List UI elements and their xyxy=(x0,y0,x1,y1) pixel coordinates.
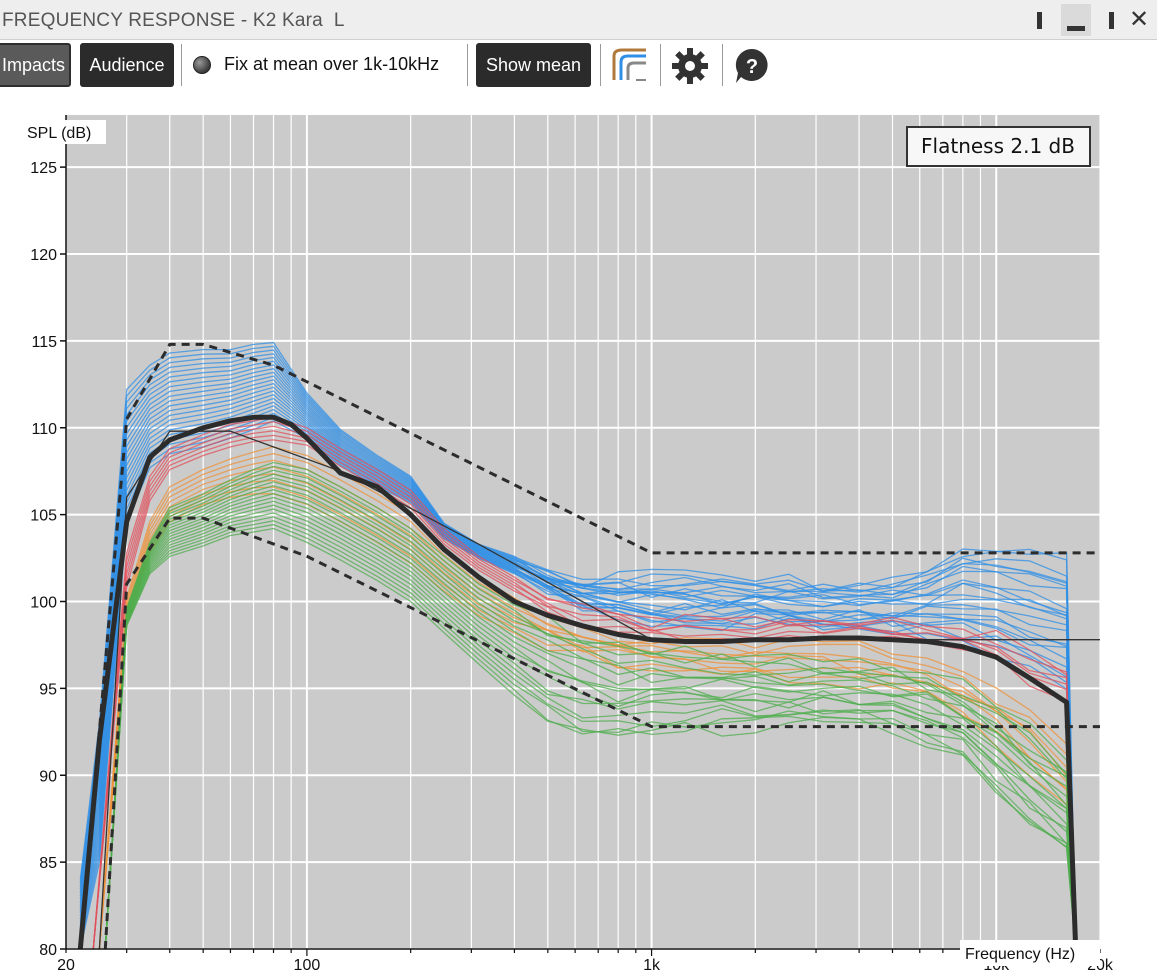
show-mean-button[interactable]: Show mean xyxy=(476,43,591,87)
toolbar-separator xyxy=(660,44,661,86)
x-tick-label: 1k xyxy=(643,957,661,973)
y-tick-label: 125 xyxy=(30,160,57,177)
y-axis: 80 85 90 95 100 105 110 115 120 125 xyxy=(30,115,67,959)
x-axis-label: Frequency (Hz) xyxy=(965,946,1075,963)
toolbar: Impacts Audience Fix at mean over 1k-10k… xyxy=(0,40,1157,92)
x-tick-label: 20 xyxy=(57,957,75,973)
window-titlebar: FREQUENCY RESPONSE - K2 Kara L ✕ xyxy=(0,0,1157,40)
frequency-response-chart: 80859095100105110115120125 201001k10k20k… xyxy=(4,115,1114,973)
fix-mean-label: Fix at mean over 1k-10kHz xyxy=(224,54,440,74)
audience-button[interactable]: Audience xyxy=(80,43,174,87)
x-axis: 201001k10k20k xyxy=(57,948,1114,973)
toolbar-separator xyxy=(600,44,601,86)
close-button[interactable]: ✕ xyxy=(1126,4,1152,36)
minimize-button[interactable] xyxy=(1061,4,1091,36)
flatness-label: Flatness 2.1 dB xyxy=(921,134,1075,158)
pin-button[interactable] xyxy=(1028,4,1050,36)
toolbar-separator xyxy=(467,44,468,86)
y-tick-label: 120 xyxy=(30,247,57,264)
restore-button[interactable] xyxy=(1102,4,1122,36)
y-tick-label: 90 xyxy=(39,768,57,785)
help-icon[interactable]: ? xyxy=(732,46,772,86)
y-axis-label: SPL (dB) xyxy=(27,125,91,142)
y-tick-label: 80 xyxy=(39,942,57,959)
y-tick-label: 105 xyxy=(30,508,57,525)
y-tick-label: 85 xyxy=(39,855,57,872)
impacts-button[interactable]: Impacts xyxy=(0,43,71,87)
help-glyph: ? xyxy=(746,56,758,78)
y-tick-label: 110 xyxy=(31,421,57,438)
fix-mean-radio[interactable] xyxy=(193,56,211,74)
x-tick-label: 100 xyxy=(294,957,321,973)
toolbar-separator xyxy=(722,44,723,86)
y-tick-label: 100 xyxy=(30,595,57,612)
y-tick-label: 115 xyxy=(31,334,57,351)
window-title: FREQUENCY RESPONSE - K2 Kara L xyxy=(2,10,345,31)
curves-icon[interactable] xyxy=(610,46,650,86)
y-tick-label: 95 xyxy=(39,681,57,698)
gear-icon[interactable] xyxy=(670,46,710,86)
toolbar-separator xyxy=(181,44,182,86)
flatness-annotation: Flatness 2.1 dB xyxy=(906,126,1091,167)
